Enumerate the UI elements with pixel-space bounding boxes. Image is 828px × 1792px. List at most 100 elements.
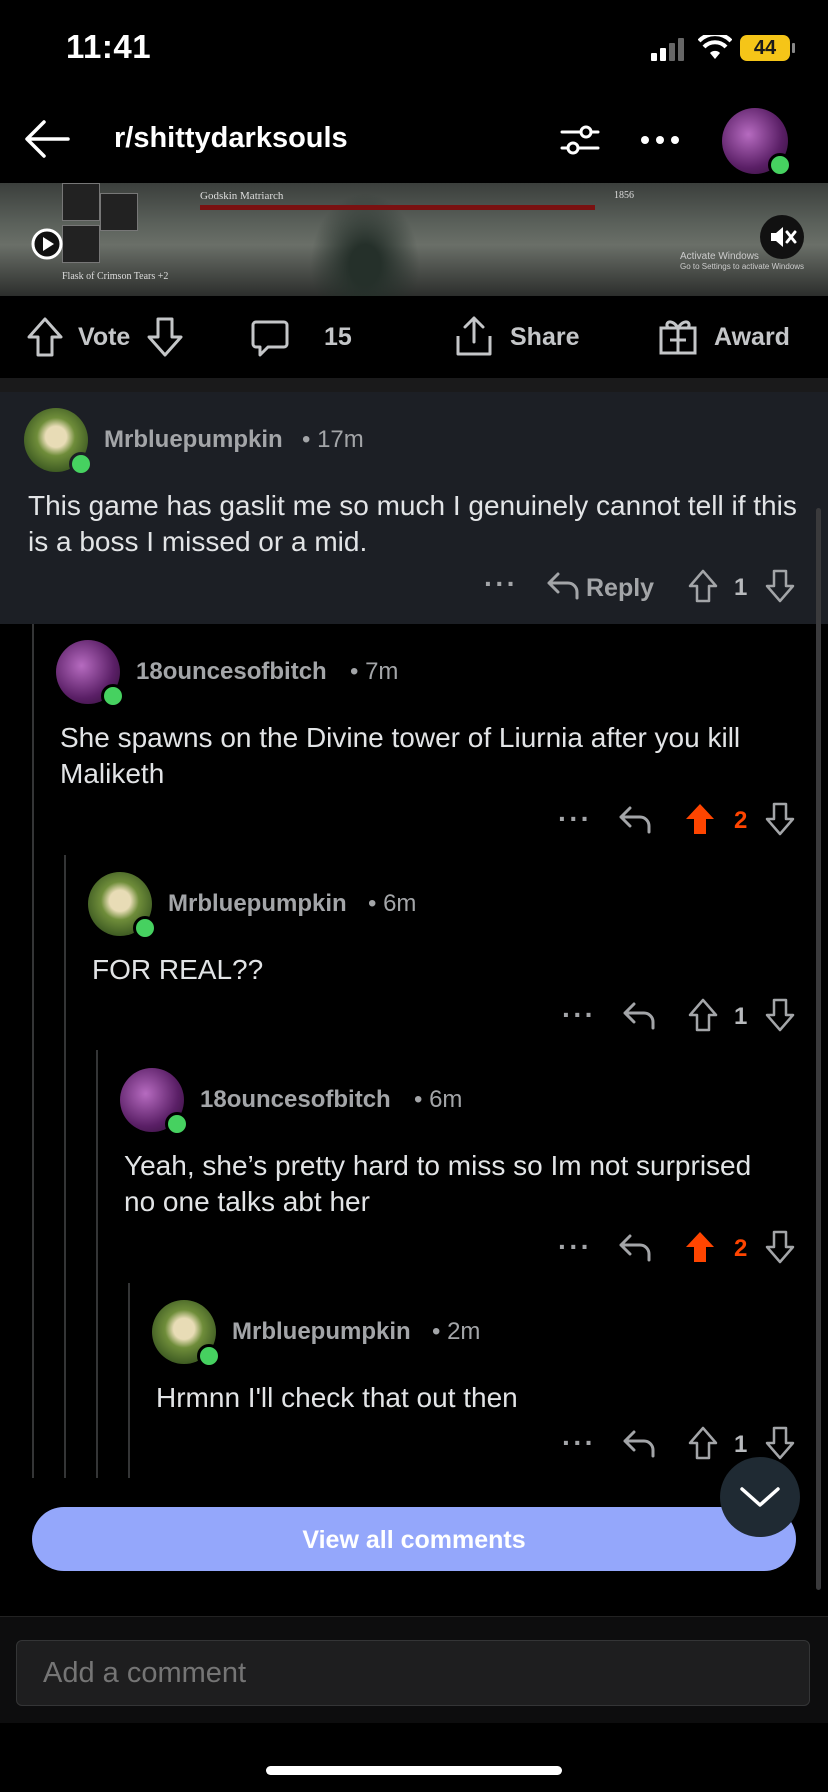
comment-upvote-button[interactable] [684, 1230, 716, 1264]
battery-tip [792, 43, 795, 53]
hud-item-slot [100, 193, 138, 231]
downvote-arrow-icon [765, 569, 795, 603]
thread-line [64, 855, 66, 1478]
comments-button[interactable] [250, 318, 290, 358]
comment-more-button[interactable]: ··· [558, 1231, 592, 1263]
comment-age-value: 7m [365, 658, 399, 685]
online-status-dot [165, 1112, 189, 1136]
video-player[interactable]: Godskin Matriarch 1856 Flask of Crimson … [0, 183, 828, 296]
play-circle-icon [31, 228, 63, 260]
downvote-arrow-icon [765, 1230, 795, 1264]
share-button[interactable] [454, 314, 494, 358]
comment-age-value: 6m [383, 890, 417, 917]
reply-button[interactable] [618, 1232, 652, 1262]
comment-more-button[interactable]: ··· [562, 1427, 596, 1459]
comment-bubble-icon [251, 320, 289, 357]
hud-item-slot [62, 183, 100, 221]
wifi-icon [698, 35, 732, 61]
autoplay-button[interactable] [30, 227, 64, 261]
downvote-arrow-icon [765, 802, 795, 836]
comment-age: • 6m [414, 1086, 463, 1113]
home-indicator[interactable] [266, 1766, 562, 1775]
share-label: Share [510, 323, 580, 351]
upvote-button[interactable] [26, 316, 64, 358]
flask-label: Flask of Crimson Tears +2 [62, 271, 169, 282]
section-divider [0, 378, 828, 392]
comment-author[interactable]: Mrbluepumpkin [168, 890, 347, 918]
gift-award-icon [659, 320, 697, 355]
sort-filter-button[interactable] [560, 122, 600, 158]
back-button[interactable] [22, 114, 72, 164]
online-status-dot [197, 1344, 221, 1368]
chevron-down-icon [740, 1487, 780, 1507]
online-status-dot [768, 153, 792, 177]
comment-more-button[interactable]: ··· [558, 803, 592, 835]
upvote-arrow-filled-icon [686, 804, 714, 834]
comment-body: This game has gaslit me so much I genuin… [28, 490, 797, 557]
reply-button[interactable] [622, 1428, 656, 1458]
share-upload-icon [456, 316, 492, 356]
comment-age-value: 17m [317, 426, 364, 453]
comment-score: 1 [734, 1003, 748, 1030]
online-status-dot [69, 452, 93, 476]
downvote-arrow-icon [765, 998, 795, 1032]
comment-age: • 6m [368, 890, 417, 917]
comment-body: Hrmnn I'll check that out then [156, 1382, 518, 1413]
comment-body: She spawns on the Divine tower of Liurni… [60, 722, 741, 789]
reply-arrow-icon [623, 1002, 655, 1030]
comment-age-value: 2m [447, 1318, 481, 1345]
hud-item-slot [62, 225, 100, 263]
mute-button[interactable] [760, 215, 804, 259]
boss-hp-value: 1856 [614, 190, 634, 201]
reply-button[interactable] [622, 1000, 656, 1030]
reply-button[interactable] [618, 804, 652, 834]
comment-upvote-button[interactable] [688, 569, 718, 603]
comment-age-value: 6m [429, 1086, 463, 1113]
comment-author[interactable]: Mrbluepumpkin [232, 1318, 411, 1346]
award-button[interactable] [658, 316, 698, 356]
comment-score: 1 [734, 574, 748, 601]
online-status-dot [133, 916, 157, 940]
downvote-arrow-icon [765, 1426, 795, 1460]
comment-downvote-button[interactable] [765, 1426, 795, 1460]
comment-upvote-button[interactable] [684, 802, 716, 836]
view-all-comments-button[interactable]: View all comments [32, 1507, 796, 1571]
online-status-dot [101, 684, 125, 708]
upvote-arrow-icon [688, 569, 718, 603]
reply-label[interactable]: Reply [586, 574, 654, 603]
comment-downvote-button[interactable] [765, 569, 795, 603]
thread-line [32, 624, 34, 1478]
collapse-fab[interactable] [720, 1457, 800, 1537]
scrollbar[interactable] [816, 508, 821, 1590]
reply-arrow-icon [623, 1430, 655, 1458]
comment-score: 2 [734, 807, 748, 834]
comment-downvote-button[interactable] [765, 998, 795, 1032]
award-label: Award [714, 323, 790, 351]
vote-label: Vote [78, 323, 131, 351]
signal-icon [651, 38, 689, 62]
downvote-button[interactable] [146, 316, 184, 358]
comment-body: Yeah, she’s pretty hard to miss so Im no… [124, 1150, 752, 1217]
boss-name: Godskin Matriarch [200, 190, 284, 202]
reply-button[interactable] [546, 570, 580, 600]
comment-downvote-button[interactable] [765, 1230, 795, 1264]
add-comment-input[interactable] [16, 1640, 810, 1706]
comment-author[interactable]: Mrbluepumpkin [104, 426, 283, 454]
comment-author[interactable]: 18ouncesofbitch [200, 1086, 391, 1114]
comment-author[interactable]: 18ouncesofbitch [136, 658, 327, 686]
more-options-button[interactable] [640, 134, 680, 146]
upvote-arrow-filled-icon [686, 1232, 714, 1262]
downvote-arrow-icon [147, 317, 183, 357]
boss-health-bar [200, 205, 595, 210]
muted-speaker-icon [760, 215, 804, 259]
comment-more-button[interactable]: ··· [484, 568, 518, 600]
status-time: 11:41 [66, 28, 152, 65]
upvote-arrow-icon [688, 1426, 718, 1460]
comment-more-button[interactable]: ··· [562, 999, 596, 1031]
comment-upvote-button[interactable] [688, 998, 718, 1032]
reply-arrow-icon [547, 572, 579, 600]
subreddit-title[interactable]: r/shittydarksouls [114, 122, 348, 155]
comment-upvote-button[interactable] [688, 1426, 718, 1460]
comment-downvote-button[interactable] [765, 802, 795, 836]
comment-score: 1 [734, 1431, 748, 1458]
